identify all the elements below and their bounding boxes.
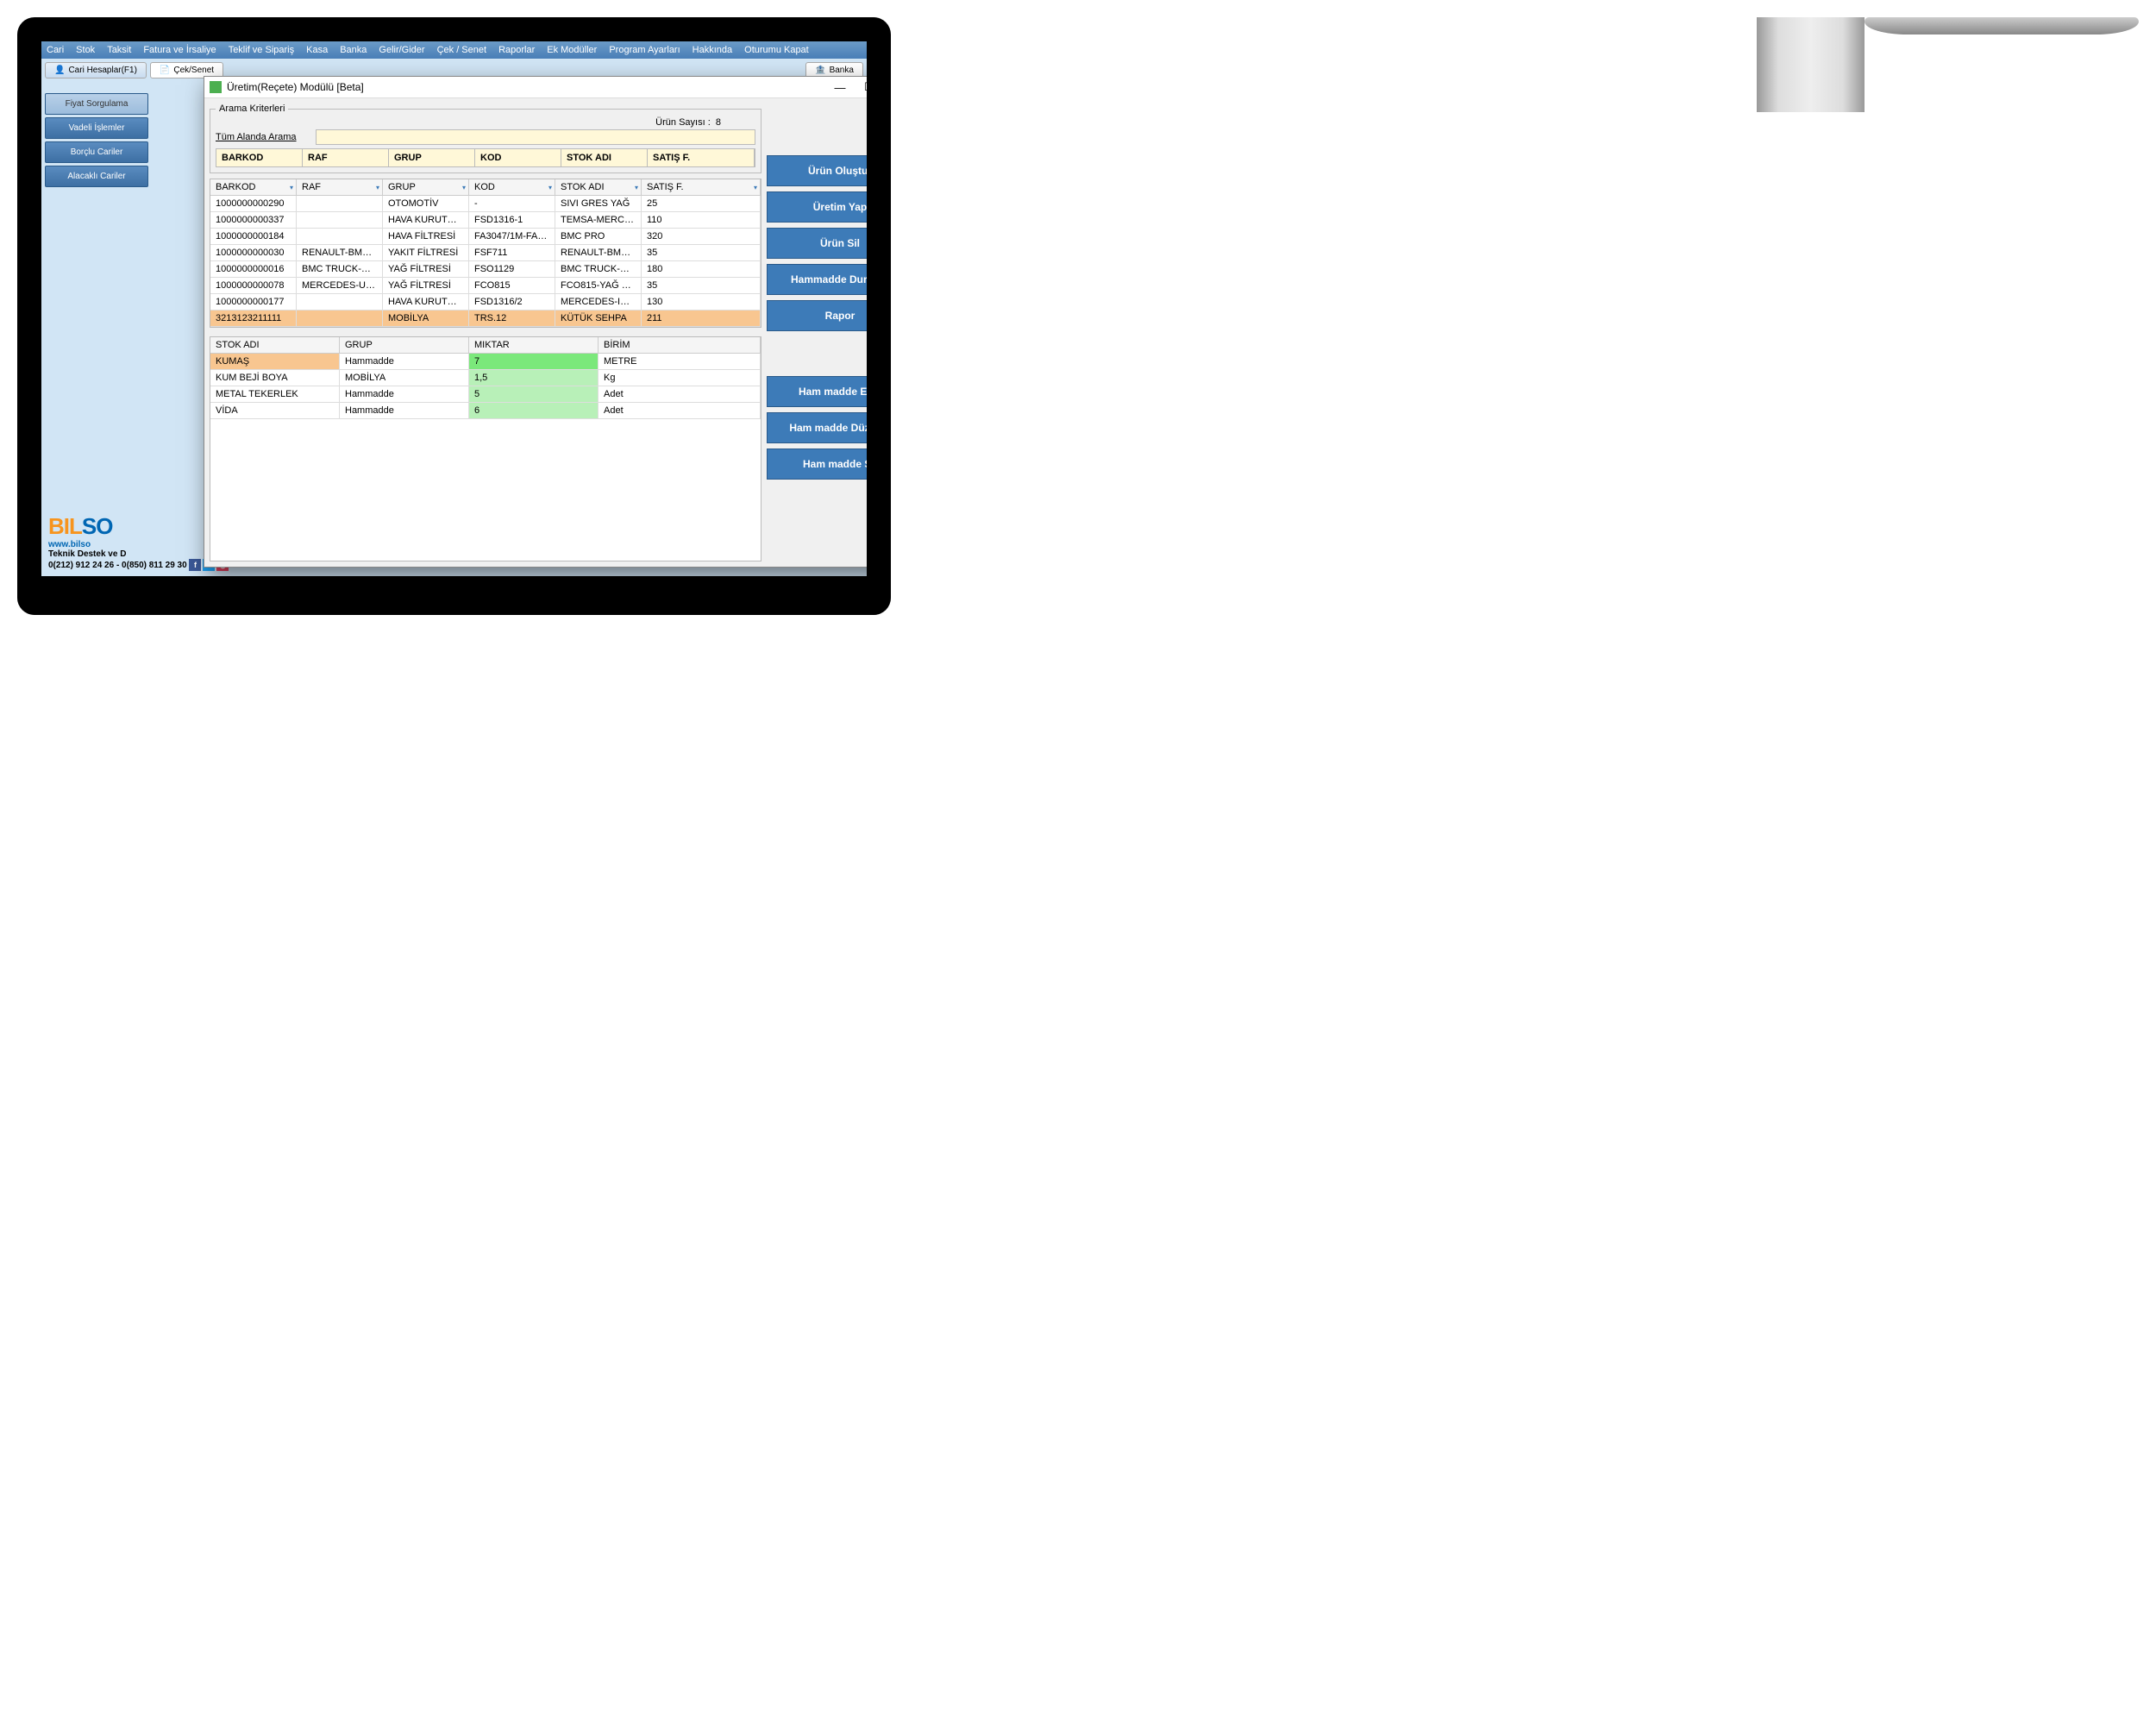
person-icon: 👤 <box>54 66 65 75</box>
product-row[interactable]: 1000000000016BMC TRUCK-CU...YAĞ FİLTRESİ… <box>210 261 761 278</box>
product-row[interactable]: 1000000000184HAVA FİLTRESİFA3047/1M-FA23… <box>210 229 761 245</box>
col-kod[interactable]: KOD▾ <box>469 179 555 196</box>
maximize-button[interactable]: ☐ <box>855 80 867 94</box>
menu-kasa[interactable]: Kasa <box>306 45 328 55</box>
borclu-cariler-button[interactable]: Borçlu Cariler <box>45 141 148 163</box>
product-row[interactable]: 1000000000290OTOMOTİV-SIVI GRES YAĞ25 <box>210 196 761 212</box>
menu-raporlar[interactable]: Raporlar <box>498 45 535 55</box>
product-row[interactable]: 1000000000337HAVA KURUTUCUFSD1316-1TEMSA… <box>210 212 761 229</box>
minimize-button[interactable]: — <box>825 81 855 94</box>
app-icon <box>210 81 222 93</box>
phone-numbers: 0(212) 912 24 26 - 0(850) 811 29 30 <box>48 561 187 570</box>
destek-label: Teknik Destek ve D <box>48 549 229 559</box>
hammadde-duzenle-button[interactable]: Ham madde Düzenle <box>767 412 867 443</box>
uretim-modal: Üretim(Reçete) Modülü [Beta] — ☐ ✕ Arama… <box>204 76 867 568</box>
fiyat-sorgulama-button[interactable]: Fiyat Sorgulama <box>45 93 148 115</box>
chevron-down-icon[interactable]: ▾ <box>462 184 466 191</box>
col-barkod[interactable]: BARKOD▾ <box>210 179 297 196</box>
hammadde-durumu-button[interactable]: Hammadde Durumu <box>767 264 867 295</box>
menu-cari[interactable]: Cari <box>47 45 64 55</box>
urun-sayisi-value: 8 <box>716 117 721 128</box>
col-satis[interactable]: SATIŞ F.▾ <box>642 179 761 196</box>
menu-kapat[interactable]: Oturumu Kapat <box>744 45 809 55</box>
facebook-icon[interactable]: f <box>189 559 201 571</box>
alacakli-cariler-button[interactable]: Alacaklı Cariler <box>45 166 148 187</box>
menu-ayarlar[interactable]: Program Ayarları <box>609 45 680 55</box>
menu-hakkinda[interactable]: Hakkında <box>693 45 732 55</box>
search-col-kod[interactable]: KOD <box>475 149 561 166</box>
search-col-grup[interactable]: GRUP <box>389 149 475 166</box>
footer-logo-area: BILSO www.bilso Teknik Destek ve D 0(212… <box>48 513 229 571</box>
chevron-down-icon[interactable]: ▾ <box>635 184 638 191</box>
tum-alanda-arama-input[interactable] <box>316 129 755 145</box>
arama-kriterleri-group: Arama Kriterleri Ürün Sayısı : 8 Tüm Ala… <box>210 104 761 173</box>
tum-alanda-arama-label: Tüm Alanda Arama <box>216 132 310 142</box>
search-col-raf[interactable]: RAF <box>303 149 389 166</box>
material-row[interactable]: KUMAŞHammadde7METRE <box>210 354 761 370</box>
urun-sayisi-label: Ürün Sayısı : <box>655 117 711 128</box>
monitor-stand-base <box>1865 17 2139 34</box>
materials-grid-header: STOK ADI GRUP MIKTAR BİRİM <box>210 337 761 354</box>
product-row[interactable]: 3213123211111MOBİLYATRS.12KÜTÜK SEHPA211 <box>210 310 761 327</box>
materials-grid: STOK ADI GRUP MIKTAR BİRİM KUMAŞHammadde… <box>210 336 761 561</box>
material-row[interactable]: KUM BEJİ BOYAMOBİLYA1,5Kg <box>210 370 761 386</box>
cari-hesaplar-button[interactable]: 👤Cari Hesaplar(F1) <box>45 62 147 78</box>
material-row[interactable]: METAL TEKERLEKHammadde5Adet <box>210 386 761 403</box>
left-sidebar: Fiyat Sorgulama Vadeli İşlemler Borçlu C… <box>45 93 148 187</box>
col2-grup[interactable]: GRUP <box>340 337 469 354</box>
menu-fatura[interactable]: Fatura ve İrsaliye <box>143 45 216 55</box>
modal-side-buttons: Ürün Oluştur Üretim Yap Ürün Sil Hammadd… <box>767 104 867 561</box>
search-col-stokadi[interactable]: STOK ADI <box>561 149 648 166</box>
urun-olustur-button[interactable]: Ürün Oluştur <box>767 155 867 186</box>
menu-taksit[interactable]: Taksit <box>107 45 131 55</box>
bank-icon: 🏦 <box>815 66 825 75</box>
monitor-stand-neck <box>1757 17 1865 112</box>
col-raf[interactable]: RAF▾ <box>297 179 383 196</box>
rapor-button[interactable]: Rapor <box>767 300 867 331</box>
product-row[interactable]: 1000000000177HAVA KURUTUCUFSD1316/2MERCE… <box>210 294 761 310</box>
chevron-down-icon[interactable]: ▾ <box>290 184 293 191</box>
col-stokadi[interactable]: STOK ADI▾ <box>555 179 642 196</box>
products-grid: BARKOD▾ RAF▾ GRUP▾ KOD▾ STOK ADI▾ SATIŞ … <box>210 179 761 328</box>
search-column-headers: BARKOD RAF GRUP KOD STOK ADI SATIŞ F. <box>216 148 755 167</box>
chevron-down-icon[interactable]: ▾ <box>754 184 757 191</box>
monitor-chin <box>41 576 867 615</box>
arama-kriterleri-legend: Arama Kriterleri <box>216 104 288 114</box>
col-grup[interactable]: GRUP▾ <box>383 179 469 196</box>
menu-cek[interactable]: Çek / Senet <box>437 45 486 55</box>
product-row[interactable]: 1000000000078MERCEDES-ULT...YAĞ FİLTRESİ… <box>210 278 761 294</box>
modal-title: Üretim(Reçete) Modülü [Beta] <box>227 81 825 93</box>
chevron-down-icon[interactable]: ▾ <box>548 184 552 191</box>
hammadde-sil-button[interactable]: Ham madde Sil <box>767 448 867 480</box>
screen: Cari Stok Taksit Fatura ve İrsaliye Tekl… <box>41 41 867 576</box>
products-grid-header: BARKOD▾ RAF▾ GRUP▾ KOD▾ STOK ADI▾ SATIŞ … <box>210 179 761 196</box>
menu-stok[interactable]: Stok <box>76 45 95 55</box>
col2-miktar[interactable]: MIKTAR <box>469 337 599 354</box>
monitor-frame: Cari Stok Taksit Fatura ve İrsaliye Tekl… <box>17 17 891 615</box>
bilsoft-logo: BILSO <box>48 513 229 540</box>
main-menu: Cari Stok Taksit Fatura ve İrsaliye Tekl… <box>41 41 867 59</box>
vadeli-islemler-button[interactable]: Vadeli İşlemler <box>45 117 148 139</box>
menu-teklif[interactable]: Teklif ve Sipariş <box>229 45 294 55</box>
menu-ekmodul[interactable]: Ek Modüller <box>547 45 597 55</box>
material-row[interactable]: VİDAHammadde6Adet <box>210 403 761 419</box>
search-col-satis[interactable]: SATIŞ F. <box>648 149 755 166</box>
menu-banka[interactable]: Banka <box>340 45 367 55</box>
col2-stokadi[interactable]: STOK ADI <box>210 337 340 354</box>
search-col-barkod[interactable]: BARKOD <box>216 149 303 166</box>
website-link[interactable]: www.bilso <box>48 540 229 549</box>
product-row[interactable]: 1000000000030RENAULT-BMC-C...YAKIT FİLTR… <box>210 245 761 261</box>
uretim-yap-button[interactable]: Üretim Yap <box>767 191 867 223</box>
document-icon: 📄 <box>160 66 170 75</box>
chevron-down-icon[interactable]: ▾ <box>376 184 379 191</box>
urun-sil-button[interactable]: Ürün Sil <box>767 228 867 259</box>
col2-birim[interactable]: BİRİM <box>599 337 761 354</box>
modal-titlebar: Üretim(Reçete) Modülü [Beta] — ☐ ✕ <box>204 77 867 98</box>
hammadde-ekle-button[interactable]: Ham madde Ekle <box>767 376 867 407</box>
menu-gelir[interactable]: Gelir/Gider <box>379 45 424 55</box>
